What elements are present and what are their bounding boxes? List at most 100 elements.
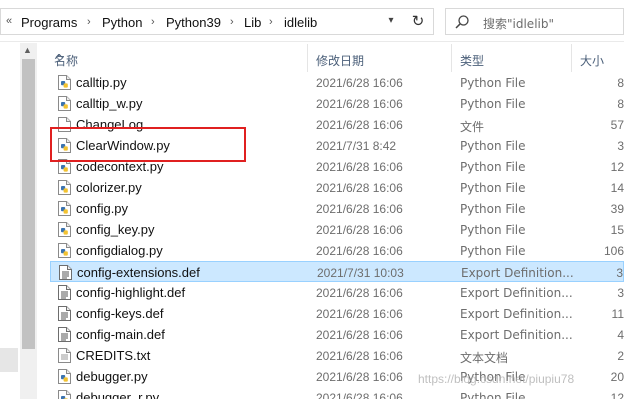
file-row[interactable]: config-highlight.def 2021/6/28 16:06 Expor…	[50, 282, 624, 303]
file-row[interactable]: config-main.def 2021/6/28 16:06 Export Def…	[50, 324, 624, 345]
python-file-icon	[58, 222, 71, 237]
file-name: ChangeLog	[76, 117, 144, 132]
python-file-icon	[58, 75, 71, 90]
file-date: 2021/6/28 16:06	[316, 118, 403, 132]
breadcrumb-item-python39[interactable]: Python39	[166, 15, 221, 30]
def-file-icon	[58, 285, 71, 300]
python-file-icon	[58, 201, 71, 216]
file-date: 2021/7/31 10:03	[317, 266, 404, 280]
breadcrumb-item-idlelib[interactable]: idlelib	[284, 15, 317, 30]
file-row[interactable]: debugger_r.py 2021/6/28 16:06 Python File 1…	[50, 387, 624, 399]
scroll-up-icon[interactable]: ▲	[23, 45, 32, 55]
python-file-icon	[58, 159, 71, 174]
file-size: 3	[617, 286, 624, 300]
file-type: Export Definition...	[460, 328, 573, 342]
file-date: 2021/6/28 16:06	[316, 286, 403, 300]
file-date: 2021/6/28 16:06	[316, 244, 403, 258]
file-name: calltip.py	[76, 75, 127, 90]
file-size: 15	[610, 223, 624, 237]
file-row[interactable]: ChangeLog 2021/6/28 16:06 文件 57	[50, 114, 624, 135]
file-row[interactable]: configdialog.py 2021/6/28 16:06 Python Fil…	[50, 240, 624, 261]
refresh-icon[interactable]: ↻	[409, 13, 427, 31]
search-placeholder: 搜索"idlelib"	[483, 17, 554, 31]
file-name: config-extensions.def	[77, 265, 200, 280]
search-input[interactable]: 搜索"idlelib"	[445, 8, 624, 35]
file-type: Python File	[460, 160, 526, 174]
file-type: Python File	[460, 391, 526, 399]
file-row[interactable]: codecontext.py 2021/6/28 16:06 Python File…	[50, 156, 624, 177]
python-file-icon	[58, 369, 71, 384]
breadcrumb-item-python[interactable]: Python	[102, 15, 142, 30]
address-dropdown-icon[interactable]: ▾	[384, 15, 398, 29]
chevron-right-icon[interactable]: ›	[230, 16, 234, 28]
python-file-icon	[58, 180, 71, 195]
file-size: 3	[617, 139, 624, 153]
file-size: 4	[617, 328, 624, 342]
file-name: CREDITS.txt	[76, 348, 151, 363]
column-type[interactable]: 类型	[452, 44, 572, 72]
file-row[interactable]: ClearWindow.py 2021/7/31 8:42 Python File 3	[50, 135, 624, 156]
file-type: Export Definition...	[461, 266, 574, 280]
file-type: Python File	[460, 223, 526, 237]
file-name: calltip_w.py	[76, 96, 143, 111]
python-file-icon	[58, 243, 71, 258]
file-date: 2021/6/28 16:06	[316, 97, 403, 111]
file-size: 12	[610, 391, 624, 399]
file-row[interactable]: config-keys.def 2021/6/28 16:06 Export Def…	[50, 303, 624, 324]
file-size: 14	[610, 181, 624, 195]
chevron-right-icon[interactable]: ›	[151, 16, 155, 28]
column-header: 名称 ^ 修改日期 类型 大小	[46, 44, 624, 72]
file-size: 20	[610, 370, 624, 384]
file-row[interactable]: config_key.py 2021/6/28 16:06 Python File 1…	[50, 219, 624, 240]
breadcrumb-item-lib[interactable]: Lib	[244, 15, 261, 30]
file-type: Python File	[460, 97, 526, 111]
file-row[interactable]: CREDITS.txt 2021/6/28 16:06 文本文档 2	[50, 345, 624, 366]
chevron-right-icon[interactable]: ›	[87, 16, 91, 28]
file-size: 8	[617, 76, 624, 90]
breadcrumb-item-programs[interactable]: Programs	[21, 15, 77, 30]
file-name: colorizer.py	[76, 180, 142, 195]
file-type: 文本文档	[460, 351, 509, 365]
breadcrumb[interactable]: « Programs › Python › Python39 › Lib › i…	[0, 8, 434, 35]
file-name: debugger_r.py	[76, 390, 160, 399]
column-name[interactable]: 名称 ^	[46, 44, 308, 72]
file-row[interactable]: config.py 2021/6/28 16:06 Python File 39	[50, 198, 624, 219]
chevron-right-icon[interactable]: ›	[269, 16, 273, 28]
def-file-icon	[58, 306, 71, 321]
column-size-label: 大小	[580, 54, 605, 68]
file-row[interactable]: colorizer.py 2021/6/28 16:06 Python File 14	[50, 177, 624, 198]
column-size[interactable]: 大小	[572, 44, 624, 72]
file-row[interactable]: config-extensions.def 2021/7/31 10:03 Expo…	[50, 261, 624, 282]
python-file-icon	[58, 390, 71, 399]
file-type: Python File	[460, 181, 526, 195]
file-name: config-highlight.def	[76, 285, 186, 300]
file-date: 2021/6/28 16:06	[316, 223, 403, 237]
file-date: 2021/6/28 16:06	[316, 160, 403, 174]
file-name: ClearWindow.py	[76, 138, 170, 153]
address-bar: « Programs › Python › Python39 › Lib › i…	[0, 0, 624, 42]
text-file-icon	[58, 348, 71, 363]
file-size: 3	[616, 266, 623, 280]
nav-scrollbar-thumb[interactable]	[22, 59, 35, 349]
watermark: https://blog.csdn.net/piupiu78	[418, 372, 575, 386]
def-file-icon	[59, 265, 72, 280]
file-icon	[58, 117, 71, 132]
file-size: 57	[610, 118, 624, 132]
nav-scrollbar[interactable]: ▲	[20, 43, 37, 399]
file-size: 11	[611, 307, 624, 321]
file-type: Export Definition...	[460, 307, 573, 321]
file-name: configdialog.py	[76, 243, 163, 258]
file-row[interactable]: calltip_w.py 2021/6/28 16:06 Python File 8	[50, 93, 624, 114]
nav-pane-selection	[0, 348, 18, 372]
column-date-label: 修改日期	[316, 54, 365, 68]
file-date: 2021/6/28 16:06	[316, 307, 403, 321]
breadcrumb-overflow-icon[interactable]: «	[6, 15, 12, 27]
search-icon	[455, 15, 469, 29]
file-row[interactable]: calltip.py 2021/6/28 16:06 Python File 8	[50, 72, 624, 93]
file-type: Export Definition...	[460, 286, 573, 300]
file-name: config_key.py	[76, 222, 155, 237]
column-date[interactable]: 修改日期	[308, 44, 452, 72]
file-name: codecontext.py	[76, 159, 164, 174]
sort-ascending-icon: ^	[54, 52, 65, 66]
file-date: 2021/6/28 16:06	[316, 349, 403, 363]
